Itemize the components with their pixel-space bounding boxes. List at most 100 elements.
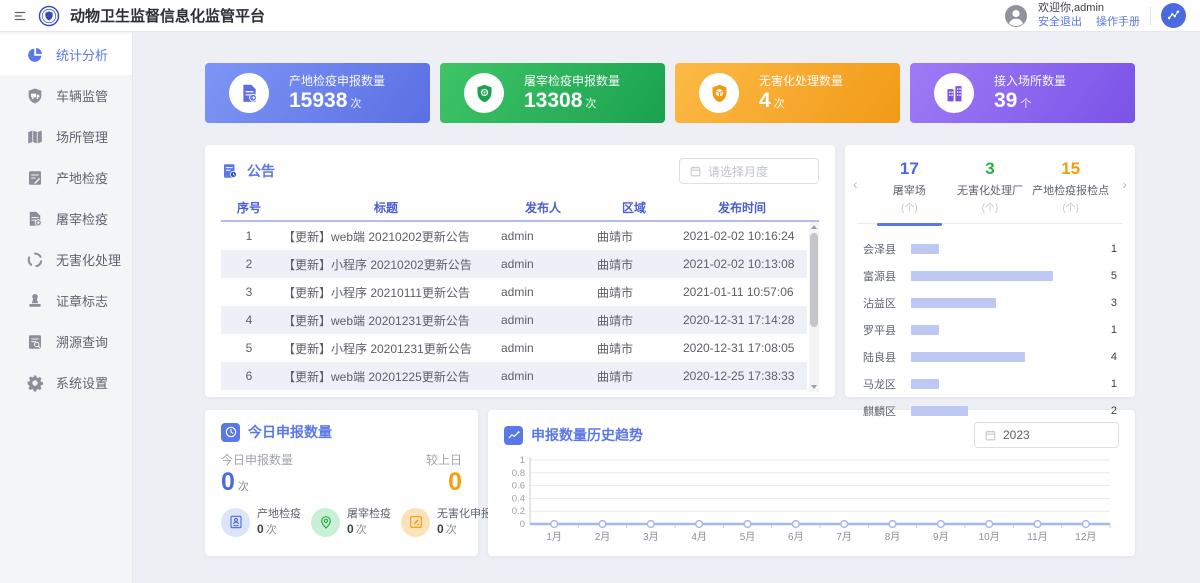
bar-value: 2 bbox=[1101, 405, 1117, 417]
today-item-label: 屠宰检疫 bbox=[347, 507, 391, 521]
table-row[interactable]: 6【更新】web端 20201225更新公告admin曲靖市2020-12-25… bbox=[221, 362, 807, 390]
today-item-icon-circle bbox=[401, 508, 430, 537]
places-tab-2[interactable]: 15产地检疫报检点(个) bbox=[1030, 159, 1111, 214]
table-cell: 2021-01-11 10:57:06 bbox=[677, 285, 807, 299]
sidebar-menu: 统计分析车辆监管场所管理产地检疫屠宰检疫无害化处理证章标志溯源查询系统设置 bbox=[0, 32, 133, 583]
today-items: 产地检疫0次屠宰检疫0次无害化申报0次 bbox=[221, 507, 462, 537]
chevron-right-icon[interactable]: › bbox=[1122, 177, 1127, 191]
bar-category-label: 罗平县 bbox=[863, 322, 903, 338]
table-cell: 曲靖市 bbox=[591, 368, 677, 385]
bar-category-label: 会泽县 bbox=[863, 241, 903, 257]
trend-line-chart: 00.20.40.60.811月2月3月4月5月6月7月8月9月10月11月12… bbox=[504, 454, 1119, 555]
today-item-label: 产地检疫 bbox=[257, 507, 301, 521]
table-row[interactable]: 4【更新】web端 20201231更新公告admin曲靖市2020-12-31… bbox=[221, 306, 807, 334]
document-edit-icon bbox=[26, 169, 44, 187]
hamburger-menu-icon[interactable] bbox=[12, 9, 28, 23]
avatar-icon[interactable] bbox=[1004, 4, 1028, 28]
bar-fill bbox=[911, 298, 996, 308]
sidebar-item-label: 证章标志 bbox=[56, 291, 108, 310]
svg-text:0: 0 bbox=[520, 519, 525, 530]
places-tab-0[interactable]: 17屠宰场(个) bbox=[869, 159, 950, 214]
table-cell: 2020-12-31 17:14:28 bbox=[677, 313, 807, 327]
table-row[interactable]: 5【更新】小程序 20201231更新公告admin曲靖市2020-12-31 … bbox=[221, 334, 807, 362]
trend-card: 申报数量历史趋势 2023 00.20.40.60.811月2月3月4月5月6月… bbox=[488, 410, 1135, 556]
table-cell: 【更新】小程序 20210202更新公告 bbox=[277, 256, 495, 273]
table-cell: 曲靖市 bbox=[591, 340, 677, 357]
stat-card-3: 接入场所数量39个 bbox=[910, 63, 1135, 123]
bar-fill bbox=[911, 352, 1025, 362]
shield-target-icon bbox=[474, 83, 495, 104]
stat-card-label: 无害化处理数量 bbox=[759, 72, 843, 89]
bar-category-label: 沾益区 bbox=[863, 295, 903, 311]
table-cell: 2021-02-02 10:16:24 bbox=[677, 229, 807, 243]
sidebar-item-6[interactable]: 证章标志 bbox=[0, 280, 132, 321]
table-cell: 【更新】小程序 20201231更新公告 bbox=[277, 340, 495, 357]
scroll-up-icon[interactable] bbox=[811, 225, 817, 229]
year-picker[interactable]: 2023 bbox=[974, 422, 1119, 448]
places-bar-chart: 会泽县1富源县5沾益区3罗平县1陆良县4马龙区1麒麟区2 bbox=[857, 235, 1123, 424]
sidebar-item-4[interactable]: 屠宰检疫 bbox=[0, 198, 132, 239]
bar-track bbox=[911, 271, 1093, 281]
recycle-icon bbox=[26, 251, 44, 269]
table-cell: admin bbox=[495, 257, 591, 271]
today-item-2: 无害化申报0次 bbox=[401, 507, 492, 537]
logout-link[interactable]: 安全退出 bbox=[1038, 16, 1082, 30]
sidebar-item-2[interactable]: 场所管理 bbox=[0, 116, 132, 157]
stat-card-0: 产地检疫申报数量15938次 bbox=[205, 63, 430, 123]
table-row[interactable]: 2【更新】小程序 20210202更新公告admin曲靖市2021-02-02 … bbox=[221, 250, 807, 278]
app-title: 动物卫生监督信息化监管平台 bbox=[70, 5, 265, 26]
today-item-value: 0次 bbox=[437, 521, 492, 537]
table-cell: admin bbox=[495, 229, 591, 243]
sidebar-item-0[interactable]: 统计分析 bbox=[0, 34, 132, 75]
bar-row: 麒麟区2 bbox=[863, 397, 1117, 424]
sidebar-item-label: 产地检疫 bbox=[56, 168, 108, 187]
bar-value: 3 bbox=[1101, 297, 1117, 309]
today-item-unit: 次 bbox=[266, 524, 277, 536]
announcements-table-header: 序号标题发布人区域发布时间 bbox=[221, 194, 819, 222]
svg-text:3月: 3月 bbox=[643, 531, 659, 543]
bar-track bbox=[911, 298, 1093, 308]
month-picker[interactable]: 请选择月度 bbox=[679, 158, 819, 184]
document-search-icon bbox=[26, 333, 44, 351]
places-tab-1[interactable]: 3无害化处理厂(个) bbox=[950, 159, 1031, 214]
scrollbar-thumb[interactable] bbox=[810, 233, 818, 327]
manual-link[interactable]: 操作手册 bbox=[1096, 16, 1140, 30]
table-row[interactable]: 1【更新】web端 20210202更新公告admin曲靖市2021-02-02… bbox=[221, 222, 807, 250]
today-item-label: 无害化申报 bbox=[437, 507, 492, 521]
table-cell: 【更新】小程序 20210111更新公告 bbox=[277, 284, 495, 301]
svg-text:0.6: 0.6 bbox=[512, 481, 525, 492]
scroll-down-icon[interactable] bbox=[811, 385, 817, 389]
table-cell: 4 bbox=[221, 313, 277, 327]
sidebar-item-3[interactable]: 产地检疫 bbox=[0, 157, 132, 198]
bar-category-label: 马龙区 bbox=[863, 376, 903, 392]
sidebar-item-7[interactable]: 溯源查询 bbox=[0, 321, 132, 362]
places-tabs: 17屠宰场(个)3无害化处理厂(个)15产地检疫报检点(个) bbox=[857, 159, 1123, 224]
bar-value: 4 bbox=[1101, 351, 1117, 363]
document-add-icon bbox=[26, 210, 44, 228]
bar-row: 沾益区 3 bbox=[863, 289, 1117, 316]
vehicle-shield-icon bbox=[26, 87, 44, 105]
share-button[interactable] bbox=[1161, 3, 1186, 28]
bar-fill bbox=[911, 379, 939, 389]
table-cell: admin bbox=[495, 313, 591, 327]
table-scrollbar[interactable] bbox=[809, 222, 819, 392]
today-item-icon-circle bbox=[221, 508, 250, 537]
today-total-label: 今日申报数量 bbox=[221, 451, 293, 468]
buildings-icon bbox=[944, 83, 965, 104]
sidebar-item-5[interactable]: 无害化处理 bbox=[0, 239, 132, 280]
today-compare-value: 0 bbox=[448, 470, 462, 495]
svg-text:11月: 11月 bbox=[1027, 531, 1047, 543]
sidebar-item-8[interactable]: 系统设置 bbox=[0, 362, 132, 403]
sidebar-item-label: 屠宰检疫 bbox=[56, 209, 108, 228]
bar-fill bbox=[911, 406, 968, 416]
places-tab-label: 屠宰场 bbox=[869, 182, 950, 198]
table-row[interactable]: 3【更新】小程序 20210111更新公告admin曲靖市2021-01-11 … bbox=[221, 278, 807, 306]
gear-icon bbox=[26, 374, 44, 392]
stat-card-2: 无害化处理数量4次 bbox=[675, 63, 900, 123]
svg-text:2月: 2月 bbox=[595, 531, 611, 543]
sidebar-item-label: 溯源查询 bbox=[56, 332, 108, 351]
bar-category-label: 陆良县 bbox=[863, 349, 903, 365]
bar-track bbox=[911, 379, 1093, 389]
table-cell: 2021-02-02 10:13:08 bbox=[677, 257, 807, 271]
sidebar-item-1[interactable]: 车辆监管 bbox=[0, 75, 132, 116]
